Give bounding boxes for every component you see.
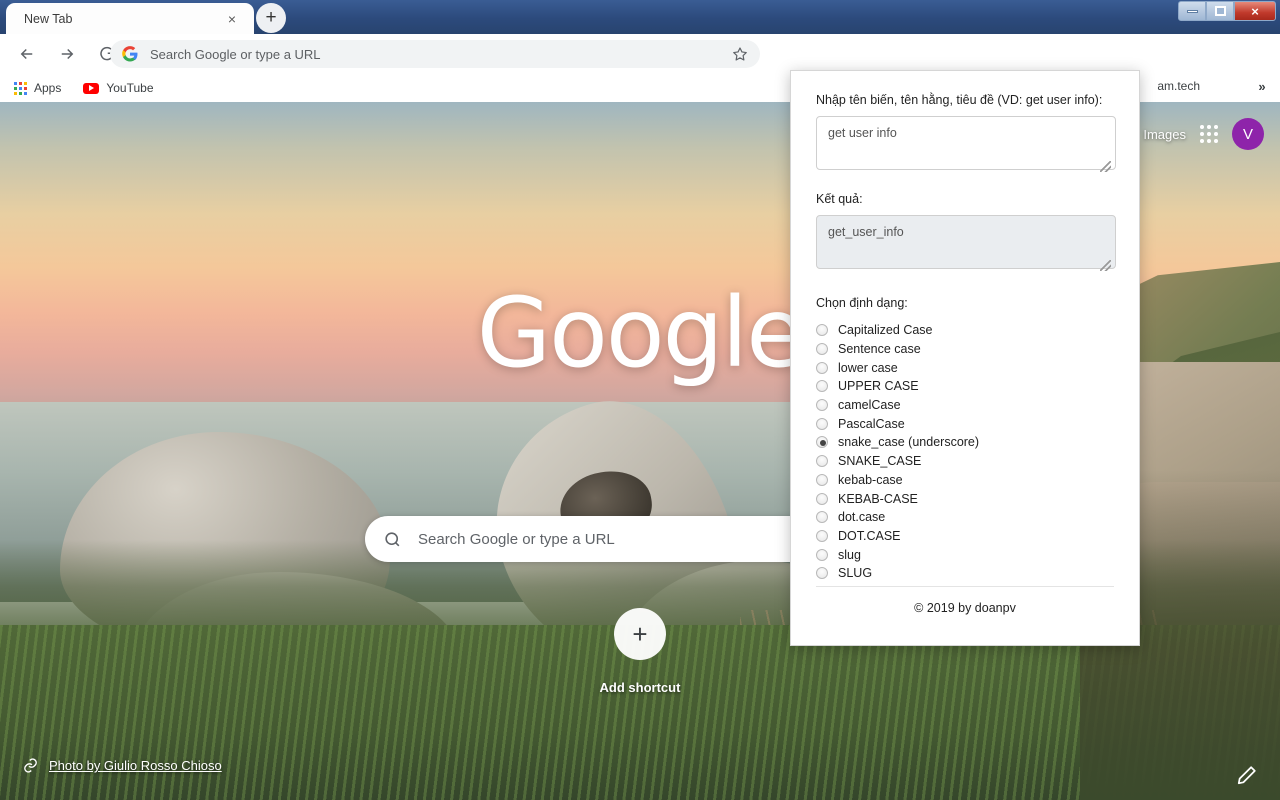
format-option-9[interactable]: KEBAB-CASE [816,489,1114,508]
format-option-4[interactable]: camelCase [816,396,1114,415]
tab-close-icon[interactable]: × [224,11,240,27]
apps-grid-icon [14,82,27,95]
format-option-label: PascalCase [838,417,905,431]
bookmark-apps[interactable]: Apps [6,77,69,99]
input-label: Nhập tên biến, tên hằng, tiêu đề (VD: ge… [816,93,1114,107]
images-link[interactable]: Images [1143,127,1186,142]
format-option-5[interactable]: PascalCase [816,414,1114,433]
link-icon [22,757,39,774]
tab-title: New Tab [24,12,72,26]
search-icon [383,530,402,549]
format-option-label: snake_case (underscore) [838,435,979,449]
google-apps-grid-icon[interactable] [1200,125,1218,143]
address-bar-placeholder: Search Google or type a URL [150,47,321,62]
radio-button[interactable] [816,436,828,448]
result-output[interactable] [816,215,1116,269]
bookmarks-overflow-icon[interactable]: » [1252,79,1272,97]
format-option-3[interactable]: UPPER CASE [816,377,1114,396]
format-option-label: KEBAB-CASE [838,492,918,506]
format-option-12[interactable]: slug [816,545,1114,564]
tab-strip: New Tab × + × [0,0,1280,34]
radio-button[interactable] [816,362,828,374]
format-option-label: SLUG [838,566,872,580]
radio-button[interactable] [816,511,828,523]
bookmark-star-icon[interactable] [732,46,748,62]
radio-button[interactable] [816,567,828,579]
format-option-13[interactable]: SLUG [816,564,1114,583]
format-option-label: kebab-case [838,473,903,487]
restore-button[interactable] [1206,1,1234,21]
bookmark-label: Apps [34,81,61,95]
radio-button[interactable] [816,474,828,486]
format-option-label: DOT.CASE [838,529,901,543]
format-section-label: Chọn định dạng: [816,296,1114,310]
result-textarea-wrapper [816,215,1114,274]
format-option-label: dot.case [838,510,885,524]
format-option-11[interactable]: DOT.CASE [816,527,1114,546]
input-textarea-wrapper [816,116,1114,175]
radio-button[interactable] [816,380,828,392]
account-avatar[interactable]: V [1232,118,1264,150]
format-option-1[interactable]: Sentence case [816,340,1114,359]
extension-popup: Nhập tên biến, tên hằng, tiêu đề (VD: ge… [790,70,1140,646]
format-option-label: Capitalized Case [838,323,933,337]
close-window-button[interactable]: × [1234,1,1276,21]
address-bar[interactable]: Search Google or type a URL [110,40,760,68]
restore-icon [1215,6,1226,16]
bookmark-youtube[interactable]: YouTube [75,77,161,99]
photo-attribution[interactable]: Photo by Giulio Rosso Chioso [22,757,222,774]
forward-icon[interactable] [52,39,82,69]
radio-button[interactable] [816,418,828,430]
bookmark-truncated[interactable]: am.tech [1157,79,1200,93]
popup-footer: © 2019 by doanpv [816,586,1114,615]
youtube-icon [83,83,99,94]
ntp-search-placeholder: Search Google or type a URL [418,531,615,548]
format-option-10[interactable]: dot.case [816,508,1114,527]
radio-button[interactable] [816,343,828,355]
format-option-8[interactable]: kebab-case [816,471,1114,490]
radio-button[interactable] [816,493,828,505]
google-g-icon [122,46,138,62]
browser-tab[interactable]: New Tab × [6,3,254,34]
add-shortcut-button[interactable]: + [614,608,666,660]
pencil-icon[interactable] [1236,764,1258,786]
format-option-label: lower case [838,361,898,375]
format-option-label: camelCase [838,398,901,412]
window-controls: × [1178,1,1276,21]
format-option-6[interactable]: snake_case (underscore) [816,433,1114,452]
variable-name-input[interactable] [816,116,1116,170]
photo-attribution-label: Photo by Giulio Rosso Chioso [49,758,222,773]
radio-button[interactable] [816,549,828,561]
format-option-label: SNAKE_CASE [838,454,921,468]
ntp-top-links: Images V [1143,118,1264,150]
bookmark-label: YouTube [106,81,153,95]
radio-button[interactable] [816,455,828,467]
add-shortcut-label: Add shortcut [560,680,720,695]
radio-button[interactable] [816,399,828,411]
format-option-label: slug [838,548,861,562]
format-options-list: Capitalized Case Sentence case lower case U… [816,321,1114,583]
new-tab-button[interactable]: + [256,3,286,33]
back-icon[interactable] [12,39,42,69]
browser-toolbar: Search Google or type a URL G 文 Aa Pause… [0,34,1280,74]
format-option-label: UPPER CASE [838,379,919,393]
minimize-icon [1187,10,1198,13]
format-option-2[interactable]: lower case [816,358,1114,377]
radio-button[interactable] [816,324,828,336]
radio-button[interactable] [816,530,828,542]
format-option-label: Sentence case [838,342,921,356]
format-option-7[interactable]: SNAKE_CASE [816,452,1114,471]
format-option-0[interactable]: Capitalized Case [816,321,1114,340]
minimize-button[interactable] [1178,1,1206,21]
result-label: Kết quả: [816,192,1114,206]
